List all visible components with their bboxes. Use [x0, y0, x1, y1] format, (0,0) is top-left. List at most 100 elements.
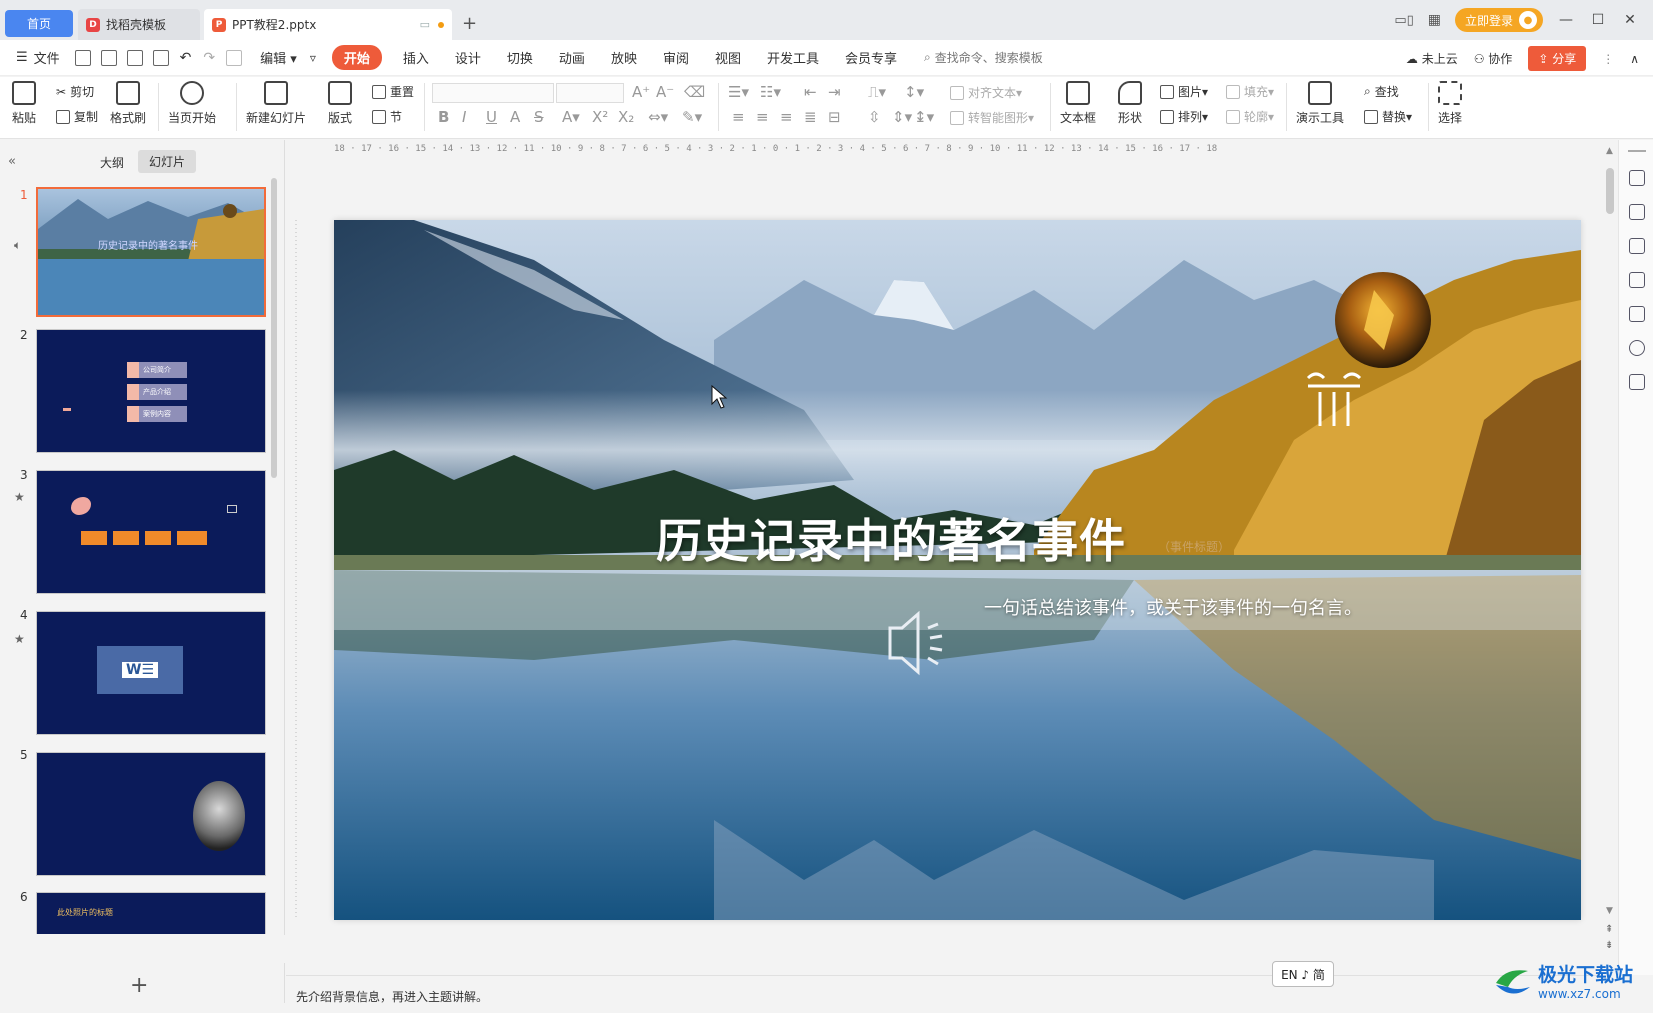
transition-icon[interactable]	[1629, 272, 1645, 288]
font-size-select[interactable]	[556, 83, 624, 103]
object-animation-icon[interactable]	[1629, 170, 1645, 186]
quick-tool-icon[interactable]	[226, 49, 243, 66]
outline-button[interactable]: 轮廓 ▾	[1226, 108, 1274, 125]
find-button[interactable]: ⌕ 查找	[1364, 83, 1399, 100]
next-slide-icon[interactable]: ⇟	[1605, 940, 1613, 951]
panel-scrollbar[interactable]	[271, 178, 277, 478]
line-spacing-icon[interactable]: ↕▾	[904, 83, 924, 101]
align-center-icon[interactable]: ≡	[756, 108, 769, 126]
paragraph-spacing-icon[interactable]: ⇳	[868, 108, 881, 126]
tab-document[interactable]: P PPT教程2.pptx ▭	[204, 9, 452, 40]
format-painter-button[interactable]: 格式刷	[110, 81, 146, 126]
replace-button[interactable]: 替换 ▾	[1364, 108, 1412, 125]
design-icon[interactable]	[1629, 306, 1645, 322]
undo-icon[interactable]: ↶	[180, 50, 192, 66]
slide-thumbnail-3[interactable]	[36, 470, 266, 594]
print-icon[interactable]	[126, 49, 143, 66]
login-button[interactable]: 立即登录 ●	[1454, 8, 1543, 32]
notes-pane[interactable]: 先介绍背景信息，再进入主题讲解。	[286, 975, 1602, 1013]
current-slide[interactable]: 历史记录中的著名事件 （事件标题） 一句话总结该事件，或关于该事件的一句名言。	[334, 220, 1581, 920]
align-right-icon[interactable]: ≡	[780, 108, 793, 126]
justify-icon[interactable]: ≣	[804, 108, 817, 126]
menu-design[interactable]: 设计	[442, 48, 494, 67]
highlight-icon[interactable]: ✎▾	[682, 108, 702, 126]
slide-subtitle[interactable]: 一句话总结该事件，或关于该事件的一句名言。	[984, 594, 1362, 620]
vertical-scrollbar[interactable]: ▲ ▼ ⇞ ⇟	[1602, 140, 1618, 975]
layout-button[interactable]: 版式	[328, 81, 352, 126]
slide-thumbnail-2[interactable]: 公司简介 产品介绍 案例内容	[36, 329, 266, 453]
new-slide-button[interactable]: 新建幻灯片	[246, 81, 306, 126]
ime-indicator[interactable]: EN ♪ 简	[1272, 961, 1334, 987]
menu-file[interactable]: ☰ 文件	[0, 48, 70, 67]
slide-title-tag[interactable]: （事件标题）	[1158, 538, 1230, 555]
increase-indent-icon[interactable]: ⇥	[828, 83, 841, 101]
command-search[interactable]: ⌕ 查找命令、搜索模板	[924, 49, 1043, 66]
underline-icon[interactable]: U	[486, 108, 497, 126]
picture-button[interactable]: 图片 ▾	[1160, 83, 1208, 100]
shape-button[interactable]: 形状	[1118, 81, 1142, 126]
italic-icon[interactable]: I	[462, 108, 466, 126]
char-spacing-icon[interactable]: ⇔▾	[648, 108, 668, 126]
close-icon[interactable]: ✕	[1621, 12, 1639, 28]
layout-toggle-icon[interactable]: ▭▯	[1394, 13, 1413, 28]
bullet-list-icon[interactable]: ☰▾	[728, 83, 749, 101]
menu-slideshow[interactable]: 放映	[598, 48, 650, 67]
menu-developer[interactable]: 开发工具	[754, 48, 832, 67]
clear-format-icon[interactable]: ⌫	[684, 83, 705, 101]
paste-button[interactable]: 粘贴	[12, 81, 36, 126]
tab-slides[interactable]: 幻灯片	[138, 150, 197, 173]
strikethrough-icon[interactable]: S	[534, 108, 544, 126]
subscript-icon[interactable]: X₂	[618, 108, 634, 126]
cut-button[interactable]: ✂ 剪切	[56, 83, 94, 100]
from-current-button[interactable]: 当页开始	[168, 81, 216, 126]
share-button[interactable]: ⇪ 分享	[1528, 46, 1587, 71]
scroll-up-icon[interactable]: ▲	[1606, 146, 1613, 156]
prev-slide-icon[interactable]: ⇞	[1605, 924, 1613, 935]
grid-apps-icon[interactable]: ▦	[1428, 12, 1441, 28]
superscript-icon[interactable]: X²	[592, 108, 608, 126]
slide-thumbnail-6[interactable]: 此处照片的标题	[36, 892, 266, 934]
collapse-panel-icon[interactable]: «	[8, 154, 16, 169]
print-preview-icon[interactable]	[152, 49, 169, 66]
menu-animation[interactable]: 动画	[546, 48, 598, 67]
line-height-icon[interactable]: ↨▾	[914, 108, 934, 126]
decrease-font-icon[interactable]: A⁻	[656, 83, 674, 101]
present-tools-button[interactable]: 演示工具	[1296, 81, 1344, 126]
export-icon[interactable]	[100, 49, 117, 66]
decrease-indent-icon[interactable]: ⇤	[804, 83, 817, 101]
menu-insert[interactable]: 插入	[390, 48, 442, 67]
monitor-icon[interactable]: ▭	[420, 18, 430, 31]
menu-transition[interactable]: 切换	[494, 48, 546, 67]
menu-start[interactable]: 开始	[331, 45, 382, 70]
location-icon[interactable]	[1629, 340, 1645, 356]
align-left-icon[interactable]: ≡	[732, 108, 745, 126]
save-icon[interactable]	[74, 49, 91, 66]
slide-thumbnail-1[interactable]: 历史记录中的著名事件	[36, 187, 266, 317]
arrange-button[interactable]: 排列 ▾	[1160, 108, 1208, 125]
tab-outline[interactable]: 大纲	[94, 152, 130, 173]
more-options-icon[interactable]: ⋮	[1602, 52, 1614, 66]
new-tab-plus-icon[interactable]: +	[462, 13, 477, 34]
menu-member[interactable]: 会员专享	[832, 48, 910, 67]
bold-icon[interactable]: B	[438, 108, 449, 126]
collab-button[interactable]: ⚇ 协作	[1474, 50, 1513, 67]
menu-edit[interactable]: 编辑 ▾	[247, 48, 310, 67]
distribute-icon[interactable]: ⊟	[828, 108, 841, 126]
increase-font-icon[interactable]: A⁺	[632, 83, 650, 101]
textbox-button[interactable]: 文本框	[1060, 81, 1096, 126]
numbered-list-icon[interactable]: ☷▾	[760, 83, 781, 101]
slide-thumbnail-4[interactable]: W☰	[36, 611, 266, 735]
notes-text[interactable]: 先介绍背景信息，再进入主题讲解。	[296, 988, 488, 1005]
customize-arrow-icon[interactable]: ▿	[310, 51, 316, 65]
properties-icon[interactable]	[1629, 204, 1645, 220]
maximize-icon[interactable]: ☐	[1589, 12, 1607, 28]
smart-art-button[interactable]: 转智能图形 ▾	[950, 109, 1034, 126]
menu-review[interactable]: 审阅	[650, 48, 702, 67]
collapse-ribbon-icon[interactable]: ∧	[1630, 52, 1639, 66]
book-icon[interactable]	[1629, 374, 1645, 390]
text-shadow-icon[interactable]: A	[510, 108, 520, 126]
pin-icon[interactable]	[1629, 238, 1645, 254]
minimize-icon[interactable]: —	[1557, 12, 1575, 28]
select-button[interactable]: 选择	[1438, 81, 1462, 126]
font-family-select[interactable]	[432, 83, 554, 103]
